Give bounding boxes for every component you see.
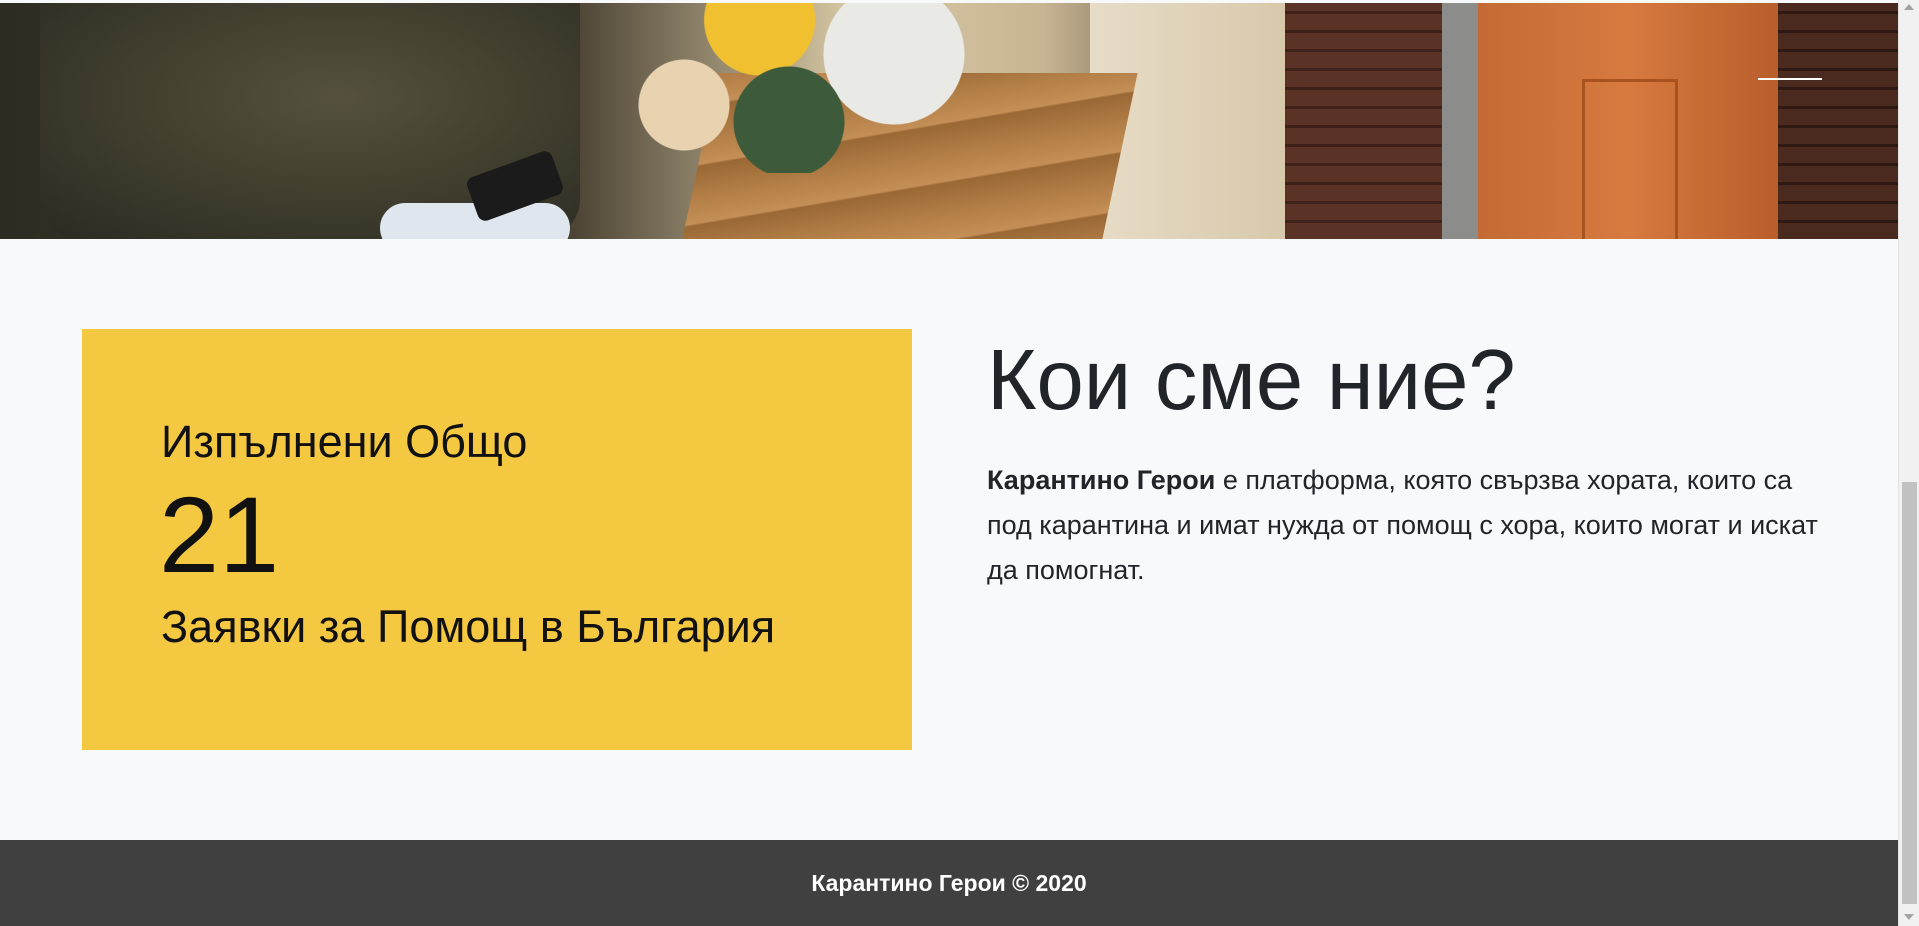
groceries [600,3,1020,173]
page: Изпълнени Общо 21 Заявки за Помощ в Бълг… [0,0,1919,926]
scroll-up-icon[interactable] [1904,4,1914,10]
door-panel [1582,79,1678,239]
footer-copyright: Карантино Герои © 2020 [811,869,1087,896]
door-frame [1442,3,1478,239]
scrollbar-thumb[interactable] [1902,482,1917,904]
scrollbar[interactable] [1898,0,1919,926]
stats-count: 21 [159,474,280,595]
brick-wall-right [1778,3,1898,239]
scroll-down-icon[interactable] [1904,914,1914,920]
brick-wall [1285,3,1442,239]
stats-subtitle: Заявки за Помощ в България [161,601,776,652]
stats-card: Изпълнени Общо 21 Заявки за Помощ в Бълг… [82,329,912,750]
hero-image [0,3,1898,239]
menu-line-icon[interactable] [1758,78,1822,80]
stats-label: Изпълнени Общо [161,416,528,467]
footer: Карантино Герои © 2020 [0,840,1898,926]
about-heading: Кои сме ние? [987,333,1516,428]
about-description: Карантино Герои е платформа, която свърз… [987,458,1827,593]
about-brand: Карантино Герои [987,465,1216,495]
